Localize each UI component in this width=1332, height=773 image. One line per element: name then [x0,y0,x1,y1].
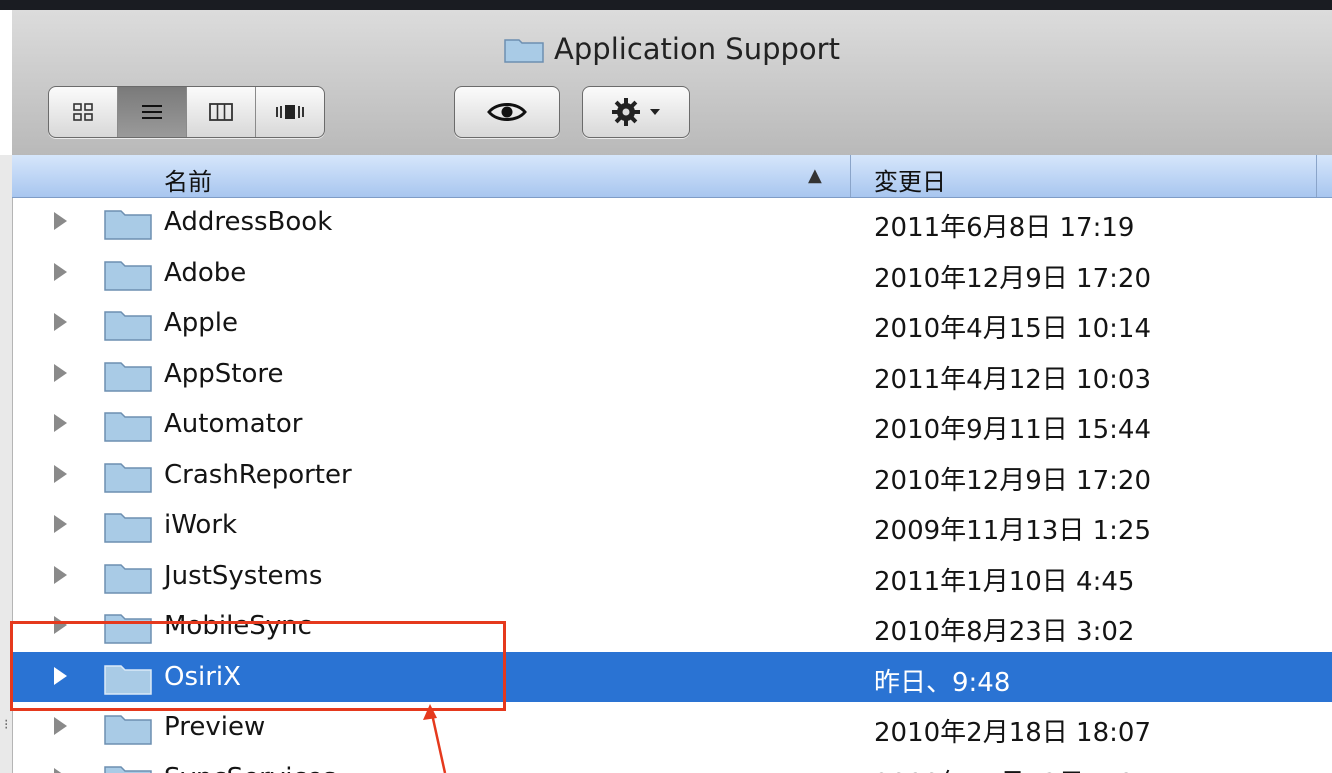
modified-date: 2009年11月13日 1:07 [874,763,1151,773]
window-top-strip [0,0,1332,10]
disclosure-triangle-icon[interactable] [54,767,67,773]
chevron-down-icon [650,109,660,115]
coverflow-view-icon [276,105,304,119]
quicklook-button[interactable] [454,86,560,138]
folder-icon [104,462,152,493]
column-divider[interactable] [850,155,851,197]
gear-icon [612,98,640,126]
table-row-selected[interactable]: OsiriX 昨日、9:48 [12,651,1332,702]
column-view-button[interactable] [187,87,256,137]
file-name: iWork [164,510,238,540]
folder-icon [104,260,152,291]
folder-icon [104,311,152,341]
file-name: AppStore [164,358,284,389]
file-list: AddressBook 2011年6月8日 17:19 Adobe 2010年1… [12,197,1332,773]
disclosure-triangle-icon[interactable] [54,515,67,533]
modified-date: 2010年2月18日 18:07 [874,718,1151,748]
disclosure-triangle-icon[interactable] [54,717,67,735]
file-name: Automator [164,409,303,439]
table-row[interactable]: Apple 2010年4月15日 10:14 [12,298,1332,349]
column-divider[interactable] [1316,155,1317,197]
folder-icon [104,664,152,695]
folder-icon [104,614,152,644]
file-name: Adobe [164,257,247,288]
icon-view-icon [73,103,93,121]
modified-date: 2010年12月9日 17:20 [874,465,1151,496]
disclosure-triangle-icon[interactable] [54,666,67,685]
window-title: Application Support [12,32,1332,66]
resize-handle-icon: ⁝ [4,717,9,733]
table-row[interactable]: Preview 2010年2月18日 18:07 [12,702,1332,753]
disclosure-triangle-icon[interactable] [54,212,67,230]
folder-icon [504,39,544,63]
disclosure-triangle-icon[interactable] [54,565,67,584]
folder-icon [104,563,152,594]
folder-icon [104,361,152,392]
modified-date: 2010年8月23日 3:02 [874,617,1135,647]
window-title-text: Application Support [554,32,840,66]
file-name: OsiriX [164,661,241,692]
file-name: MobileSync [164,611,312,641]
file-name: SyncServices [164,763,336,773]
modified-date: 2010年9月11日 15:44 [874,415,1151,445]
folder-icon [104,412,152,442]
table-row[interactable]: MobileSync 2010年8月23日 3:02 [12,601,1332,652]
view-mode-selector [48,86,325,138]
folder-icon [104,715,152,745]
disclosure-triangle-icon[interactable] [54,414,67,432]
toolbar: Application Support [12,10,1332,156]
file-name: Preview [164,712,266,742]
file-name: CrashReporter [164,459,352,490]
table-row[interactable]: Adobe 2010年12月9日 17:20 [12,248,1332,299]
table-row[interactable]: JustSystems 2011年1月10日 4:45 [12,551,1332,602]
table-row[interactable]: Automator 2010年9月11日 15:44 [12,399,1332,450]
column-header: 名前 ▲ 変更日 [12,155,1332,198]
folder-icon [104,210,152,240]
file-name: JustSystems [164,560,323,591]
modified-date: 昨日、9:48 [874,667,1011,698]
disclosure-triangle-icon[interactable] [54,464,67,483]
icon-view-button[interactable] [49,87,118,137]
disclosure-triangle-icon[interactable] [54,363,67,382]
list-view-icon [142,105,162,119]
modified-date: 2010年12月9日 17:20 [874,263,1151,294]
modified-date: 2010年4月15日 10:14 [874,314,1151,344]
modified-date: 2011年4月12日 10:03 [874,364,1151,395]
modified-date: 2009年11月13日 1:25 [874,516,1151,546]
file-name: AddressBook [164,207,333,237]
disclosure-triangle-icon[interactable] [54,313,67,331]
list-view-button[interactable] [118,87,187,137]
table-row[interactable]: AddressBook 2011年6月8日 17:19 [12,197,1332,248]
action-menu-button[interactable] [582,86,690,138]
table-row[interactable]: AppStore 2011年4月12日 10:03 [12,349,1332,400]
table-row[interactable]: iWork 2009年11月13日 1:25 [12,500,1332,551]
sort-ascending-icon: ▲ [808,165,822,186]
disclosure-triangle-icon[interactable] [54,262,67,281]
folder-icon [104,765,152,773]
coverflow-view-button[interactable] [256,87,324,137]
disclosure-triangle-icon[interactable] [54,616,67,634]
modified-date: 2011年6月8日 17:19 [874,213,1135,243]
column-header-date[interactable]: 変更日 [874,162,946,197]
table-row[interactable]: CrashReporter 2010年12月9日 17:20 [12,450,1332,501]
folder-icon [104,513,152,543]
eye-icon [487,103,527,121]
file-name: Apple [164,308,239,338]
column-view-icon [209,103,233,121]
modified-date: 2011年1月10日 4:45 [874,566,1135,597]
column-header-name[interactable]: 名前 [164,162,212,197]
table-row[interactable]: SyncServices 2009年11月13日 1:07 [12,753,1332,773]
